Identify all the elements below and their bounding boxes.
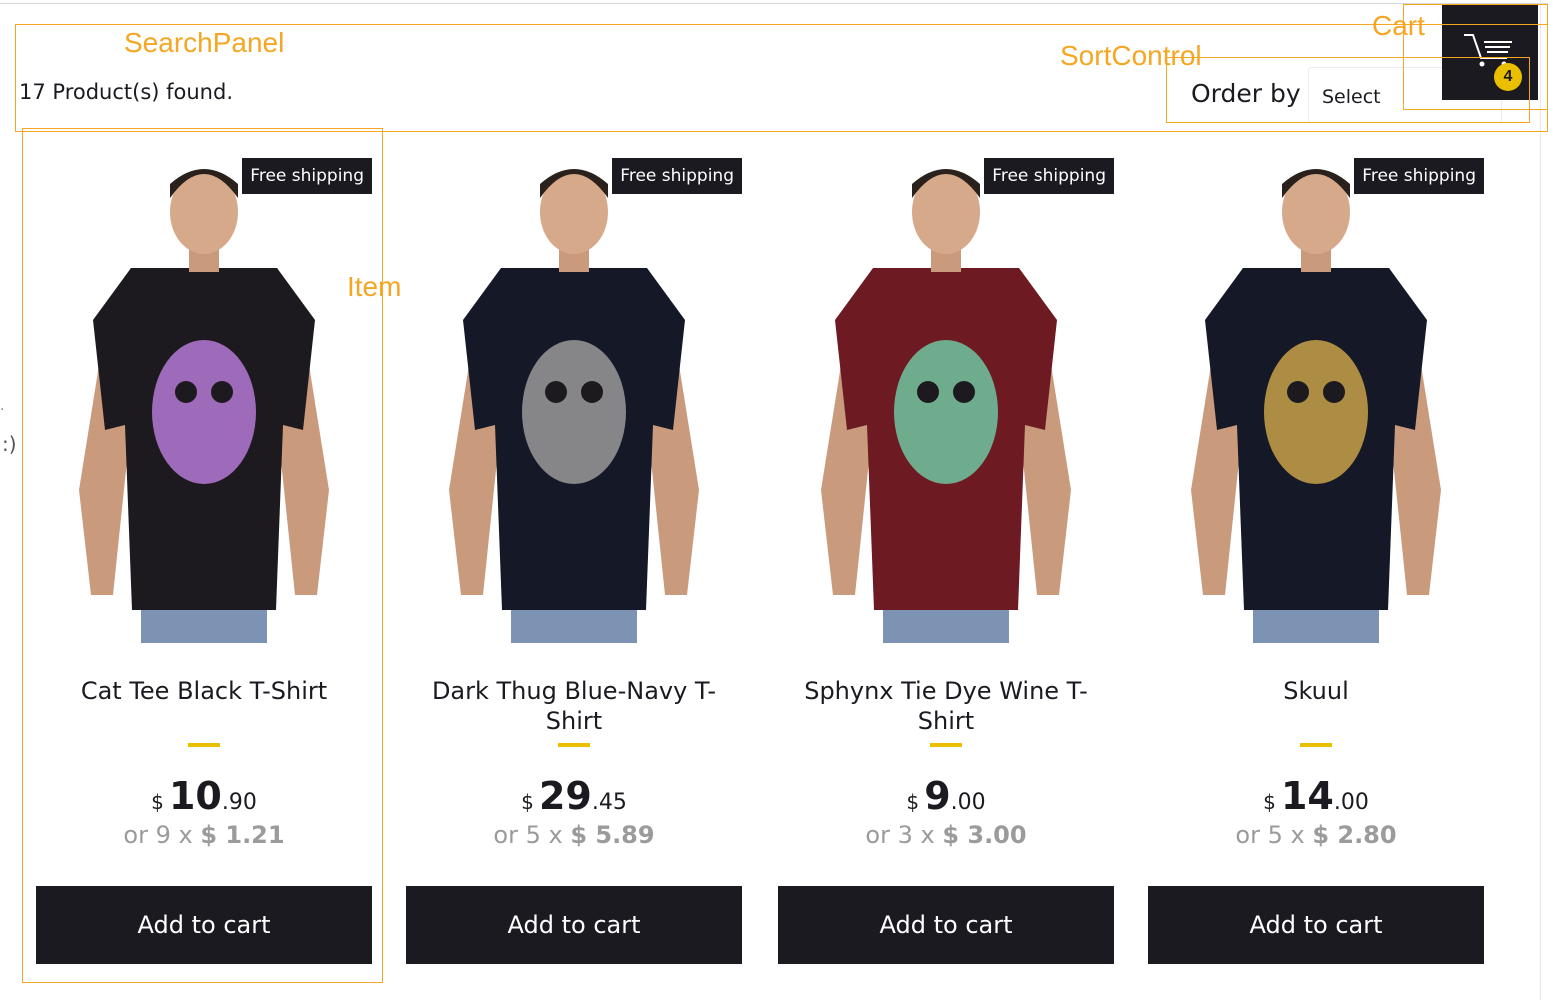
- installment-info: or 5 x $ 5.89: [406, 821, 742, 849]
- installment-value: $ 2.80: [1312, 821, 1397, 849]
- product-title: Skuul: [1283, 677, 1349, 705]
- installment-value: $ 5.89: [570, 821, 655, 849]
- product-price: $ 14.00: [1148, 774, 1484, 818]
- annotation-search-panel-label: SearchPanel: [124, 27, 285, 58]
- product-price: $ 9.00: [778, 774, 1114, 818]
- left-edge-mark: ·: [0, 402, 5, 418]
- annotation-cart-label: Cart: [1372, 10, 1425, 41]
- product-image: [813, 140, 1079, 643]
- right-scroll-edge: [1540, 0, 1541, 1000]
- price-integer: 14: [1280, 774, 1334, 818]
- product-title: Sphynx Tie Dye Wine T-Shirt: [804, 677, 1088, 735]
- price-decimal: .00: [1333, 790, 1369, 815]
- product-card-2[interactable]: Free shipping Dark Thug Blue-Navy T-Shir…: [406, 140, 742, 970]
- product-image: [441, 140, 707, 643]
- installment-prefix: or 5 x: [1235, 821, 1305, 849]
- top-divider: [0, 3, 1548, 4]
- product-price: $ 29.45: [406, 774, 742, 818]
- free-shipping-badge: Free shipping: [1354, 158, 1484, 194]
- installment-value: $ 3.00: [942, 821, 1027, 849]
- product-image: [1183, 140, 1449, 643]
- price-integer: 9: [924, 774, 951, 818]
- price-decimal: .00: [950, 790, 986, 815]
- add-to-cart-button[interactable]: Add to cart: [406, 886, 742, 964]
- price-currency: $: [906, 790, 920, 814]
- annotation-item-box: [22, 128, 383, 983]
- accent-divider: [1300, 743, 1332, 747]
- annotation-item-label: Item: [347, 271, 402, 302]
- installment-prefix: or 5 x: [493, 821, 563, 849]
- free-shipping-badge: Free shipping: [612, 158, 742, 194]
- left-edge-text: :): [2, 432, 17, 456]
- price-currency: $: [521, 790, 534, 814]
- add-to-cart-button[interactable]: Add to cart: [1148, 886, 1484, 964]
- annotation-sort-control-label: SortControl: [1060, 40, 1202, 71]
- price-currency: $: [1263, 790, 1276, 814]
- add-to-cart-button[interactable]: Add to cart: [778, 886, 1114, 964]
- installment-info: or 3 x $ 3.00: [778, 821, 1114, 849]
- product-card-4[interactable]: Free shipping Skuul $ 14.00 or 5 x $ 2.8…: [1148, 140, 1484, 970]
- accent-divider: [930, 743, 962, 747]
- accent-divider: [558, 743, 590, 747]
- product-title: Dark Thug Blue-Navy T-Shirt: [431, 677, 717, 735]
- free-shipping-badge: Free shipping: [984, 158, 1114, 194]
- price-integer: 29: [538, 774, 592, 818]
- installment-prefix: or 3 x: [865, 821, 935, 849]
- installment-info: or 5 x $ 2.80: [1148, 821, 1484, 849]
- product-card-3[interactable]: Free shipping Sphynx Tie Dye Wine T-Shir…: [778, 140, 1114, 970]
- price-decimal: .45: [591, 790, 627, 815]
